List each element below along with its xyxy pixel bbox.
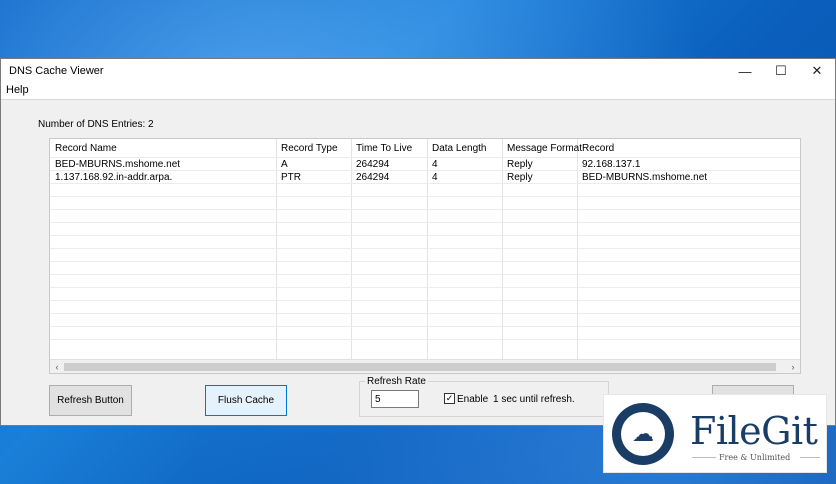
- enable-checkbox[interactable]: ✓: [444, 393, 455, 404]
- cell-record: BED-MBURNS.mshome.net: [582, 172, 708, 183]
- column-header-message-format[interactable]: Message Format: [507, 143, 582, 154]
- menu-item-help[interactable]: Help: [6, 84, 29, 96]
- cell-message-format: Reply: [507, 159, 533, 170]
- window-title: DNS Cache Viewer: [9, 65, 104, 77]
- column-header-record[interactable]: Record: [582, 143, 614, 154]
- row-divider: [50, 196, 800, 197]
- cell-record-name: 1.137.168.92.in-addr.arpa.: [55, 172, 173, 183]
- row-divider: [50, 209, 800, 210]
- row-divider: [50, 313, 800, 314]
- refresh-button[interactable]: Refresh Button: [49, 385, 132, 416]
- filegit-logo-overlay: ☁ FileGit Free & Unlimited: [603, 394, 827, 473]
- scroll-right-icon[interactable]: ›: [786, 360, 800, 373]
- filegit-logo-icon: ☁: [612, 403, 674, 465]
- row-divider: [50, 287, 800, 288]
- menu-bar: Help: [1, 83, 835, 100]
- row-divider: [50, 339, 800, 340]
- refresh-rate-title: Refresh Rate: [365, 376, 428, 387]
- dns-table[interactable]: Record Name Record Type Time To Live Dat…: [49, 138, 801, 374]
- enable-label[interactable]: Enable: [457, 394, 488, 405]
- cell-message-format: Reply: [507, 172, 533, 183]
- cell-record-type: PTR: [281, 172, 301, 183]
- cell-record-name: BED-MBURNS.mshome.net: [55, 159, 181, 170]
- horizontal-scrollbar[interactable]: ‹ ›: [50, 359, 800, 373]
- cell-ttl: 264294: [356, 159, 390, 170]
- row-divider: [50, 183, 800, 184]
- close-icon: ✕: [811, 63, 823, 78]
- divider: [800, 457, 820, 458]
- maximize-icon: ☐: [775, 63, 787, 78]
- cell-data-length: 4: [432, 172, 438, 183]
- column-header-ttl[interactable]: Time To Live: [356, 143, 412, 154]
- refresh-rate-input[interactable]: [371, 390, 419, 408]
- minimize-button[interactable]: —: [727, 59, 763, 83]
- minimize-icon: —: [738, 63, 752, 79]
- column-header-record-name[interactable]: Record Name: [55, 143, 117, 154]
- cell-record-type: A: [281, 159, 288, 170]
- row-divider: [50, 235, 800, 236]
- cell-ttl: 264294: [356, 172, 390, 183]
- refresh-countdown: 1 sec until refresh.: [493, 394, 575, 405]
- close-button[interactable]: ✕: [799, 59, 835, 83]
- dns-entries-count: Number of DNS Entries: 2: [38, 119, 154, 130]
- column-header-record-type[interactable]: Record Type: [281, 143, 338, 154]
- title-bar[interactable]: DNS Cache Viewer — ☐ ✕: [1, 59, 835, 83]
- row-divider: [50, 170, 800, 171]
- scrollbar-thumb[interactable]: [64, 363, 776, 371]
- filegit-brand-text: FileGit: [690, 409, 818, 453]
- divider: [692, 457, 716, 458]
- maximize-button[interactable]: ☐: [763, 59, 799, 83]
- row-divider: [50, 300, 800, 301]
- row-divider: [50, 157, 800, 158]
- flush-cache-button[interactable]: Flush Cache: [205, 385, 287, 416]
- scroll-left-icon[interactable]: ‹: [50, 360, 64, 373]
- cloud-icon: ☁: [621, 412, 665, 456]
- row-divider: [50, 274, 800, 275]
- row-divider: [50, 326, 800, 327]
- app-window: DNS Cache Viewer — ☐ ✕ Help Number of DN…: [0, 58, 836, 426]
- column-header-data-length[interactable]: Data Length: [432, 143, 487, 154]
- cell-data-length: 4: [432, 159, 438, 170]
- filegit-tagline: Free & Unlimited: [719, 453, 791, 462]
- row-divider: [50, 261, 800, 262]
- row-divider: [50, 248, 800, 249]
- cell-record: 92.168.137.1: [582, 159, 641, 170]
- row-divider: [50, 222, 800, 223]
